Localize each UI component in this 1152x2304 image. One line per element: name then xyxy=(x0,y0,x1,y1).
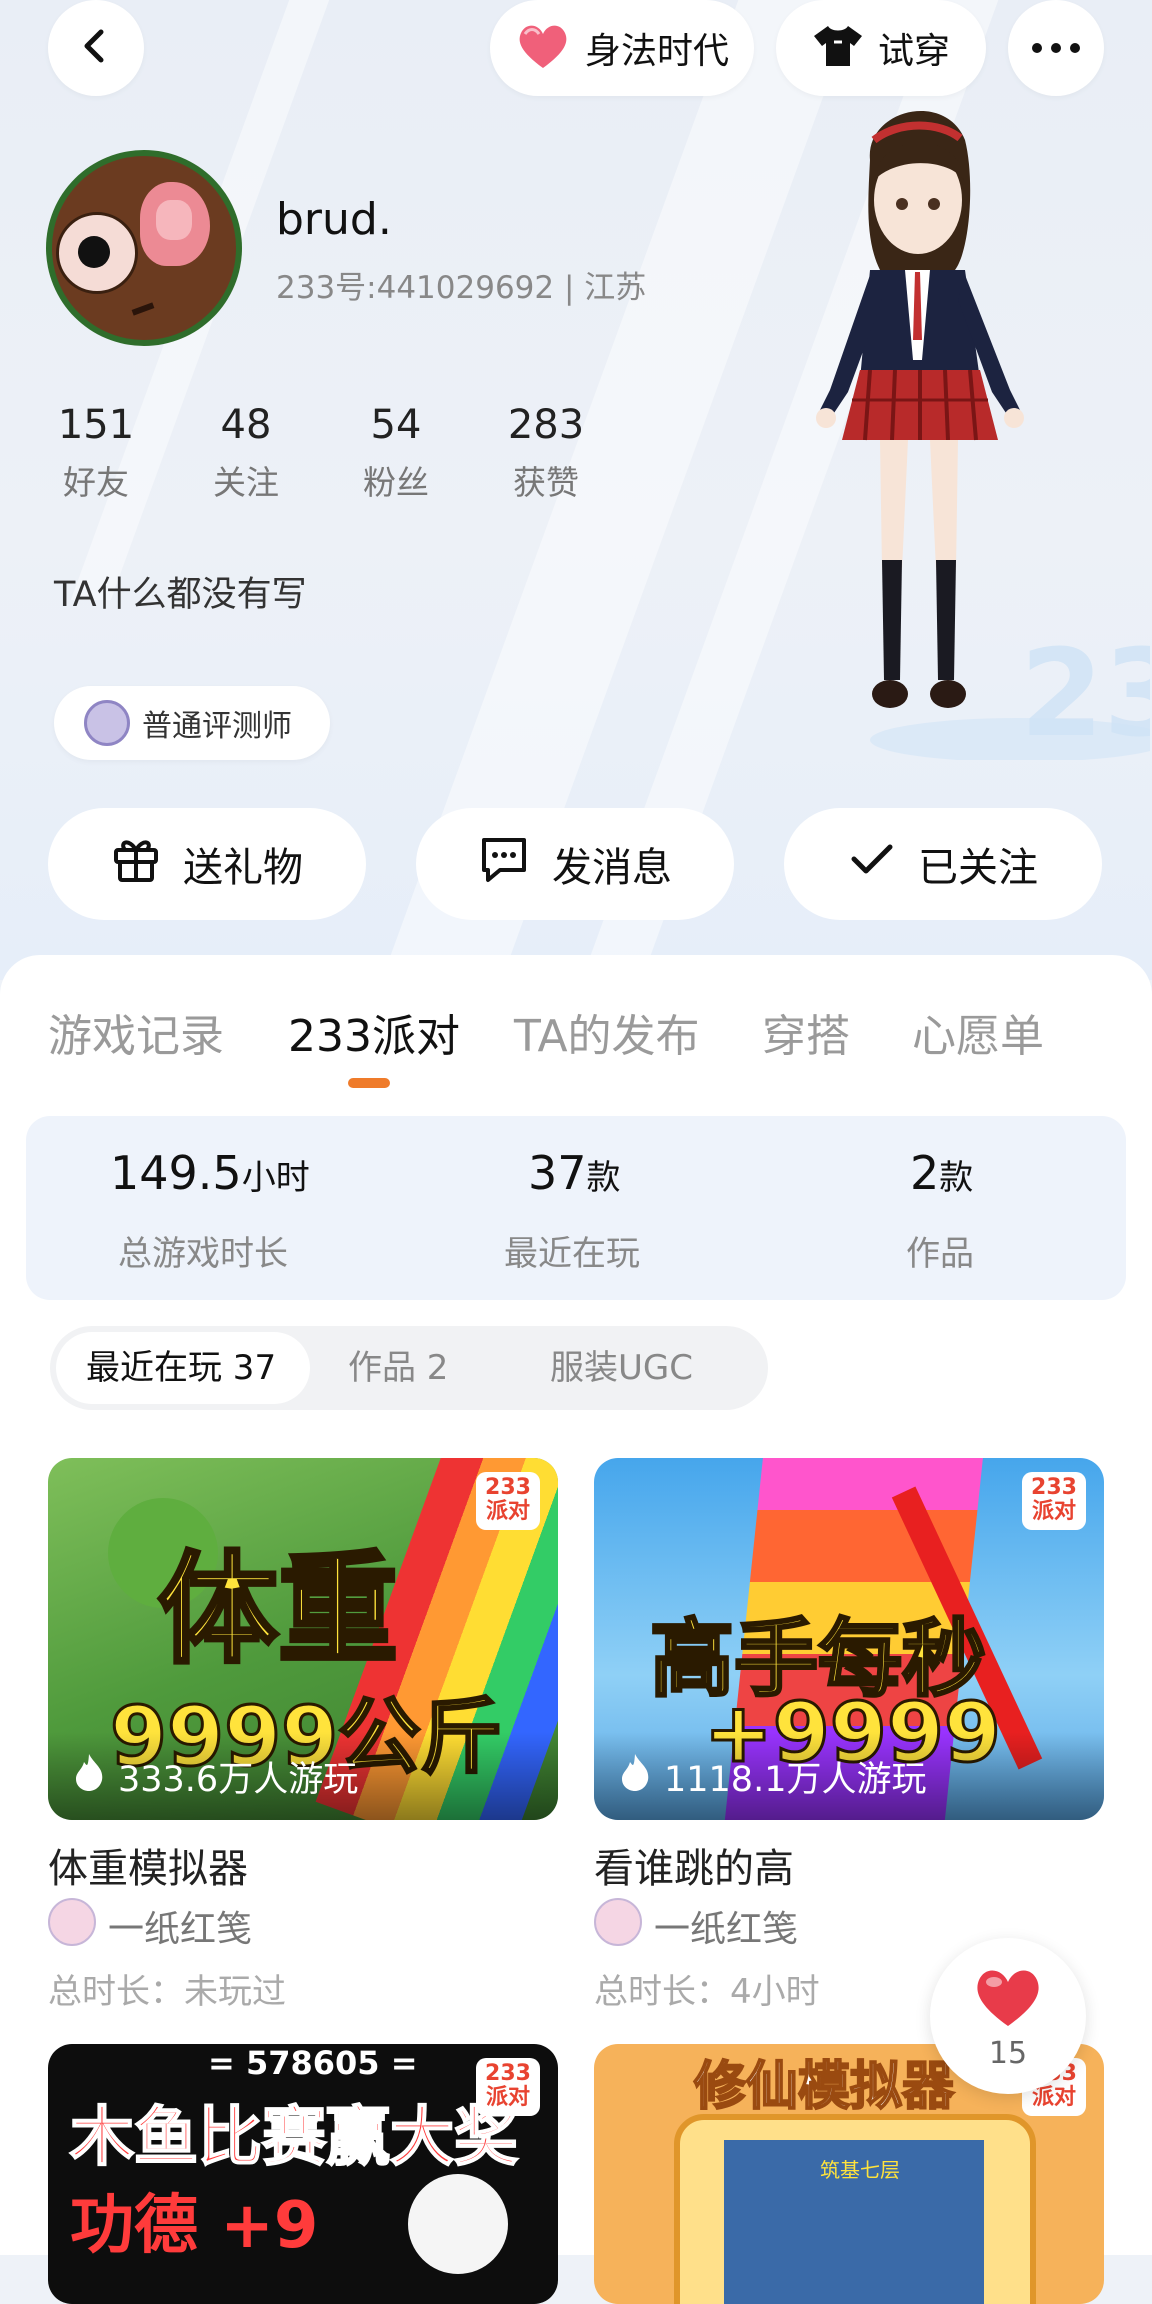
players-overlay: 333.6万人游玩 xyxy=(48,1732,558,1820)
party-badge-label: 派对 xyxy=(1031,2085,1076,2110)
more-dots-icon xyxy=(1031,39,1081,58)
summary-value: 2 xyxy=(910,1146,940,1200)
stat-friends[interactable]: 151 好友 xyxy=(36,402,156,504)
try-on-label: 试穿 xyxy=(877,31,950,72)
cover-title: 体重 xyxy=(156,1539,400,1682)
players-count: 333.6万人游玩 xyxy=(118,1759,359,1800)
segment-works[interactable]: 作品 2 xyxy=(348,1340,448,1389)
stat-value: 48 xyxy=(220,402,272,448)
back-button[interactable] xyxy=(48,0,144,96)
heart-icon xyxy=(515,22,571,74)
tab-233-party[interactable]: 233派对 xyxy=(288,1000,460,1064)
summary-unit: 款 xyxy=(939,1158,974,1198)
recent-playing-label: 最近在玩 xyxy=(504,1234,640,1274)
tshirt-icon xyxy=(812,24,864,72)
party-badge-number: 233 xyxy=(485,1475,531,1500)
total-playtime-label: 总游戏时长 xyxy=(118,1234,288,1274)
title-tag-button[interactable]: 身法时代 xyxy=(490,0,754,96)
send-gift-button[interactable]: 送礼物 xyxy=(48,808,366,920)
following-label: 已关注 xyxy=(918,845,1038,891)
recent-playing-value: 37款 xyxy=(528,1146,621,1200)
party-badge: 233派对 xyxy=(1022,1472,1086,1530)
game-title[interactable]: 看谁跳的高 xyxy=(594,1836,794,1894)
summary-value: 149.5 xyxy=(110,1146,242,1200)
profile-bio: TA什么都没有写 xyxy=(54,575,307,615)
more-button[interactable] xyxy=(1008,0,1104,96)
game-card-cover[interactable]: 高手每秒 +9999 233派对 1118.1万人游玩 xyxy=(594,1458,1104,1820)
cover-title: 木鱼比赛赢大奖 xyxy=(69,2100,519,2176)
stat-likes[interactable]: 283 获赞 xyxy=(486,402,606,504)
reviewer-badge-label: 普通评测师 xyxy=(142,709,292,744)
reviewer-badge[interactable]: 普通评测师 xyxy=(54,686,330,760)
works-value: 2款 xyxy=(910,1146,973,1200)
game-playtime: 总时长：未玩过 xyxy=(48,1972,286,2012)
cover-stage-label: 筑基七层 xyxy=(820,2158,900,2182)
party-badge-label: 派对 xyxy=(485,1499,530,1524)
author-avatar xyxy=(48,1898,96,1946)
stat-label: 获赞 xyxy=(513,463,579,502)
summary-unit: 款 xyxy=(586,1158,621,1198)
message-icon xyxy=(478,834,530,894)
gift-icon xyxy=(111,834,161,894)
stat-fans[interactable]: 54 粉丝 xyxy=(336,402,456,504)
cover-subtitle: 功德 +9 xyxy=(70,2189,319,2263)
tab-wishlist[interactable]: 心愿单 xyxy=(912,1000,1044,1064)
avatar-3d-character[interactable]: 233 xyxy=(770,100,1152,764)
game-playtime: 总时长：4小时 xyxy=(594,1972,820,2012)
profile-id-location: 233号:441029692 | 江苏 xyxy=(276,270,647,306)
total-playtime-value: 149.5小时 xyxy=(110,1146,310,1200)
send-gift-label: 送礼物 xyxy=(183,845,303,891)
party-badge-number: 233 xyxy=(485,2061,531,2086)
stat-label: 好友 xyxy=(63,463,129,502)
flame-icon xyxy=(72,1752,106,1801)
summary-unit: 小时 xyxy=(241,1158,310,1198)
cover-title: 修仙模拟器 xyxy=(693,2056,955,2118)
reviewer-badge-icon xyxy=(84,700,130,746)
tab-game-records[interactable]: 游戏记录 xyxy=(48,1000,224,1064)
stat-value: 283 xyxy=(507,402,585,448)
like-count: 15 xyxy=(988,2036,1028,2071)
cover-score: = 578605 = xyxy=(208,2044,418,2082)
checkmark-icon xyxy=(848,839,896,889)
avatar[interactable] xyxy=(46,150,242,346)
party-badge-label: 派对 xyxy=(1031,1499,1076,1524)
stat-value: 54 xyxy=(370,402,422,448)
title-tag-label: 身法时代 xyxy=(584,31,729,72)
stat-label: 关注 xyxy=(213,463,279,502)
flame-icon xyxy=(618,1752,652,1801)
party-badge: 233派对 xyxy=(476,2058,540,2116)
game-card-cover[interactable]: = 578605 = 木鱼比赛赢大奖 功德 +9 233 派对 xyxy=(48,2044,558,2304)
author-avatar xyxy=(594,1898,642,1946)
game-title[interactable]: 体重模拟器 xyxy=(48,1836,248,1894)
players-count: 1118.1万人游玩 xyxy=(664,1759,927,1800)
cover-wooden-fish xyxy=(408,2174,508,2274)
segment-outfit-ugc[interactable]: 服装UGC xyxy=(550,1340,693,1389)
active-tab-indicator xyxy=(348,1078,390,1088)
players-overlay: 1118.1万人游玩 xyxy=(594,1732,1104,1820)
like-button[interactable]: 15 xyxy=(930,1938,1086,2094)
send-message-button[interactable]: 发消息 xyxy=(416,808,734,920)
send-message-label: 发消息 xyxy=(552,845,672,891)
game-card-cover[interactable]: 体重 9999公斤 233派对 333.6万人游玩 xyxy=(48,1458,558,1820)
tab-outfits[interactable]: 穿搭 xyxy=(762,1000,850,1064)
party-badge: 233派对 xyxy=(476,1472,540,1530)
stat-label: 粉丝 xyxy=(363,463,429,502)
segment-recent-playing[interactable]: 最近在玩 37 xyxy=(86,1340,276,1389)
game-author[interactable]: 一纸红笺 xyxy=(654,1900,798,1952)
svg-text:233: 233 xyxy=(1020,625,1150,760)
game-author[interactable]: 一纸红笺 xyxy=(108,1900,252,1952)
following-button[interactable]: 已关注 xyxy=(784,808,1102,920)
stat-value: 151 xyxy=(57,402,135,448)
summary-value: 37 xyxy=(528,1146,587,1200)
chevron-left-icon xyxy=(76,26,116,70)
tab-posts[interactable]: TA的发布 xyxy=(514,1000,700,1064)
party-badge-label: 派对 xyxy=(485,2085,530,2110)
stat-following[interactable]: 48 关注 xyxy=(186,402,306,504)
profile-name: brud. xyxy=(276,194,392,245)
party-badge-number: 233 xyxy=(1031,1475,1077,1500)
try-on-button[interactable]: 试穿 xyxy=(776,0,986,96)
works-label: 作品 xyxy=(906,1234,974,1274)
heart-icon xyxy=(972,1966,1044,2032)
